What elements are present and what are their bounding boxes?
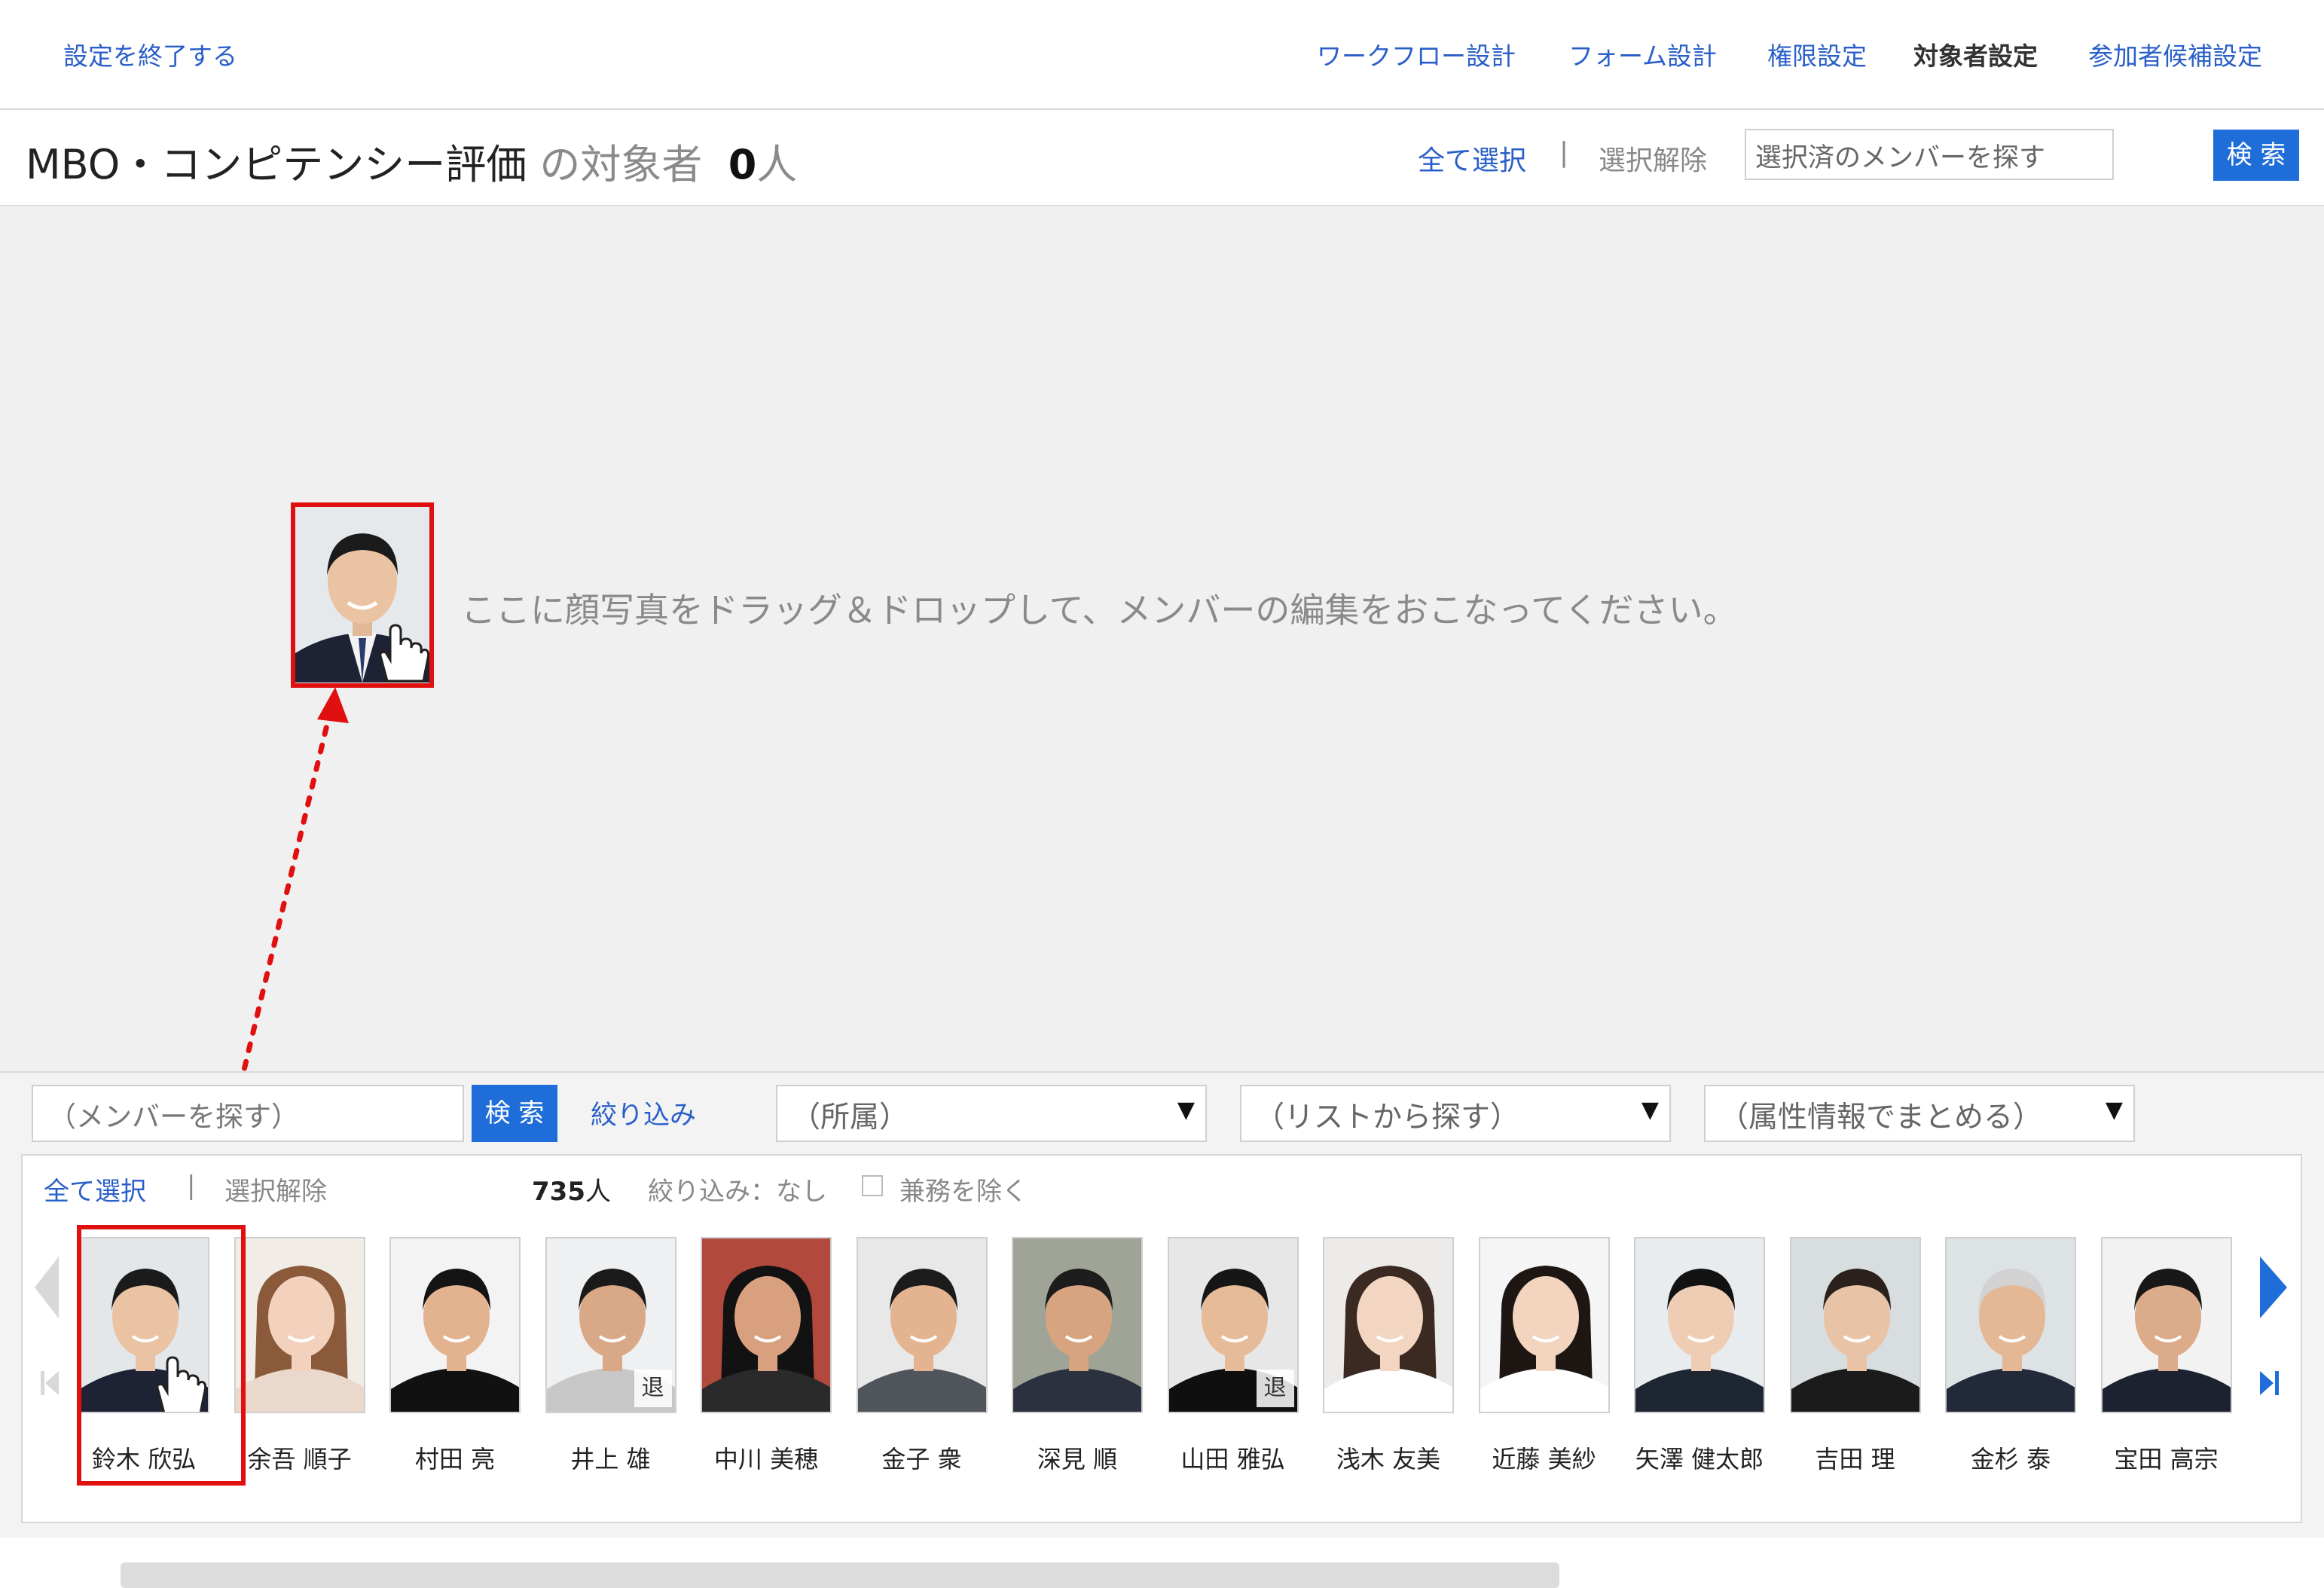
member-photo[interactable] [856, 1237, 988, 1413]
exclude-concurrent-label: 兼務を除く [899, 1177, 1028, 1207]
filter-link[interactable]: 絞り込み [591, 1094, 696, 1132]
member-picker-panel: （メンバーを探す） 検 索 絞り込み （所属） ▼ （リストから探す） ▼ （属… [0, 1071, 2324, 1588]
nav-target-settings[interactable]: 対象者設定 [1913, 36, 2038, 72]
title-suffix: の対象者 [527, 141, 703, 188]
member-search-input[interactable]: （メンバーを探す） [32, 1085, 464, 1142]
member-photo[interactable]: 退 [1167, 1237, 1299, 1413]
retired-badge: 退 [1256, 1370, 1294, 1407]
portrait-illustration [1324, 1238, 1452, 1412]
member-photo[interactable] [1478, 1237, 1610, 1413]
member-name: 深見 順 [1037, 1445, 1118, 1473]
attribute-select[interactable]: （属性情報でまとめる） ▼ [1704, 1085, 2135, 1142]
portrait-illustration [1635, 1238, 1764, 1412]
top-navigation: 設定を終了する ワークフロー設計 フォーム設計 権限設定 対象者設定 参加者候補… [0, 0, 2324, 110]
member-photo[interactable] [1945, 1237, 2076, 1413]
portrait-illustration [857, 1238, 986, 1412]
portrait-illustration [702, 1238, 830, 1412]
nav-workflow-design[interactable]: ワークフロー設計 [1317, 36, 1516, 72]
portrait-illustration [391, 1238, 519, 1412]
filter-status: 絞り込み：なし [648, 1177, 827, 1207]
horizontal-scrollbar[interactable] [121, 1562, 1559, 1588]
list-select[interactable]: （リストから探す） ▼ [1240, 1085, 1671, 1142]
drop-highlight-frame [291, 502, 434, 688]
page-header: MBO・コンピテンシー評価 の対象者 0人 全て選択 | 選択解除 選択済のメン… [0, 110, 2324, 206]
portrait-illustration [1947, 1238, 2075, 1412]
member-list-box: 全て選択 | 選択解除 735人 絞り込み：なし 兼務を除く 鈴木 欣弘 余吾 順… [21, 1154, 2302, 1588]
member-total-count: 735 [532, 1177, 585, 1207]
count-unit: 人 [756, 141, 798, 188]
select-all-selected-link[interactable]: 全て選択 [1418, 139, 1526, 178]
affiliation-select-value: （所属） [791, 1101, 909, 1135]
member-photo[interactable]: 退 [545, 1237, 676, 1413]
member-photo[interactable] [1789, 1237, 1921, 1413]
portrait-illustration [1013, 1238, 1141, 1412]
member-photo[interactable] [701, 1237, 832, 1413]
dropdown-arrow-icon: ▼ [2105, 1097, 2123, 1123]
member-name: 山田 雅弘 [1180, 1445, 1285, 1473]
select-all-members-link[interactable]: 全て選択 [44, 1171, 146, 1208]
retired-badge: 退 [634, 1370, 672, 1407]
scroll-left-icon[interactable] [33, 1254, 60, 1321]
scroll-first-icon[interactable] [39, 1368, 60, 1398]
member-name: 吉田 理 [1815, 1445, 1895, 1473]
selected-search-button[interactable]: 検 索 [2213, 130, 2299, 181]
nav-participant-candidate-settings[interactable]: 参加者候補設定 [2088, 36, 2262, 72]
nav-form-design[interactable]: フォーム設計 [1568, 36, 1717, 72]
member-name: 中川 美穂 [713, 1445, 819, 1473]
nav-permission-settings[interactable]: 権限設定 [1767, 36, 1867, 72]
evaluation-name: MBO・コンピテンシー評価 [26, 141, 527, 188]
member-name: 井上 雄 [570, 1445, 651, 1473]
separator: | [1559, 137, 1569, 168]
search-placeholder: 選択済のメンバーを探す [1755, 143, 2046, 173]
member-name: 浅木 友美 [1336, 1445, 1441, 1473]
selected-member-search-input[interactable]: 選択済のメンバーを探す [1745, 129, 2114, 180]
drop-instruction: ここに顔写真をドラッグ＆ドロップして、メンバーの編集をおこなってください。 [461, 590, 1738, 631]
affiliation-select[interactable]: （所属） ▼ [776, 1085, 1207, 1142]
member-name: 村田 亮 [414, 1445, 496, 1473]
member-photo[interactable] [1323, 1237, 1454, 1413]
member-name: 金子 衆 [881, 1445, 962, 1473]
member-name: 金杉 泰 [1970, 1445, 2051, 1473]
scroll-right-icon[interactable] [2257, 1254, 2290, 1321]
portrait-illustration [235, 1238, 364, 1412]
deselect-selected-link[interactable]: 選択解除 [1599, 139, 1707, 178]
member-photo[interactable] [234, 1237, 365, 1413]
portrait-illustration [2102, 1238, 2231, 1412]
portrait-illustration [1480, 1238, 1608, 1412]
member-photo[interactable] [1634, 1237, 1765, 1413]
member-highlight-frame [77, 1225, 246, 1486]
target-count: 0 [728, 141, 757, 188]
member-total: 735人 [532, 1171, 611, 1208]
dropdown-arrow-icon: ▼ [1641, 1097, 1659, 1123]
portrait-illustration [1791, 1238, 1919, 1412]
member-name: 矢澤 健太郎 [1635, 1445, 1764, 1473]
deselect-members-link[interactable]: 選択解除 [224, 1171, 327, 1208]
scroll-last-icon[interactable] [2257, 1368, 2281, 1398]
member-name: 近藤 美紗 [1492, 1445, 1596, 1473]
member-photo[interactable] [389, 1237, 521, 1413]
list-select-value: （リストから探す） [1255, 1101, 1520, 1135]
exclude-concurrent-checkbox[interactable] [862, 1175, 883, 1196]
exit-settings-link[interactable]: 設定を終了する [63, 36, 237, 72]
member-search-placeholder: （メンバーを探す） [48, 1101, 299, 1133]
member-photo[interactable] [1012, 1237, 1143, 1413]
page-title: MBO・コンピテンシー評価 の対象者 0人 [26, 131, 797, 191]
dropdown-arrow-icon: ▼ [1177, 1097, 1195, 1123]
member-search-button[interactable]: 検 索 [472, 1085, 557, 1142]
separator: | [187, 1171, 196, 1201]
member-photo[interactable] [2100, 1237, 2232, 1413]
member-total-unit: 人 [585, 1177, 611, 1207]
member-name: 宝田 高宗 [2114, 1445, 2219, 1473]
attribute-select-value: （属性情報でまとめる） [1719, 1101, 2043, 1135]
